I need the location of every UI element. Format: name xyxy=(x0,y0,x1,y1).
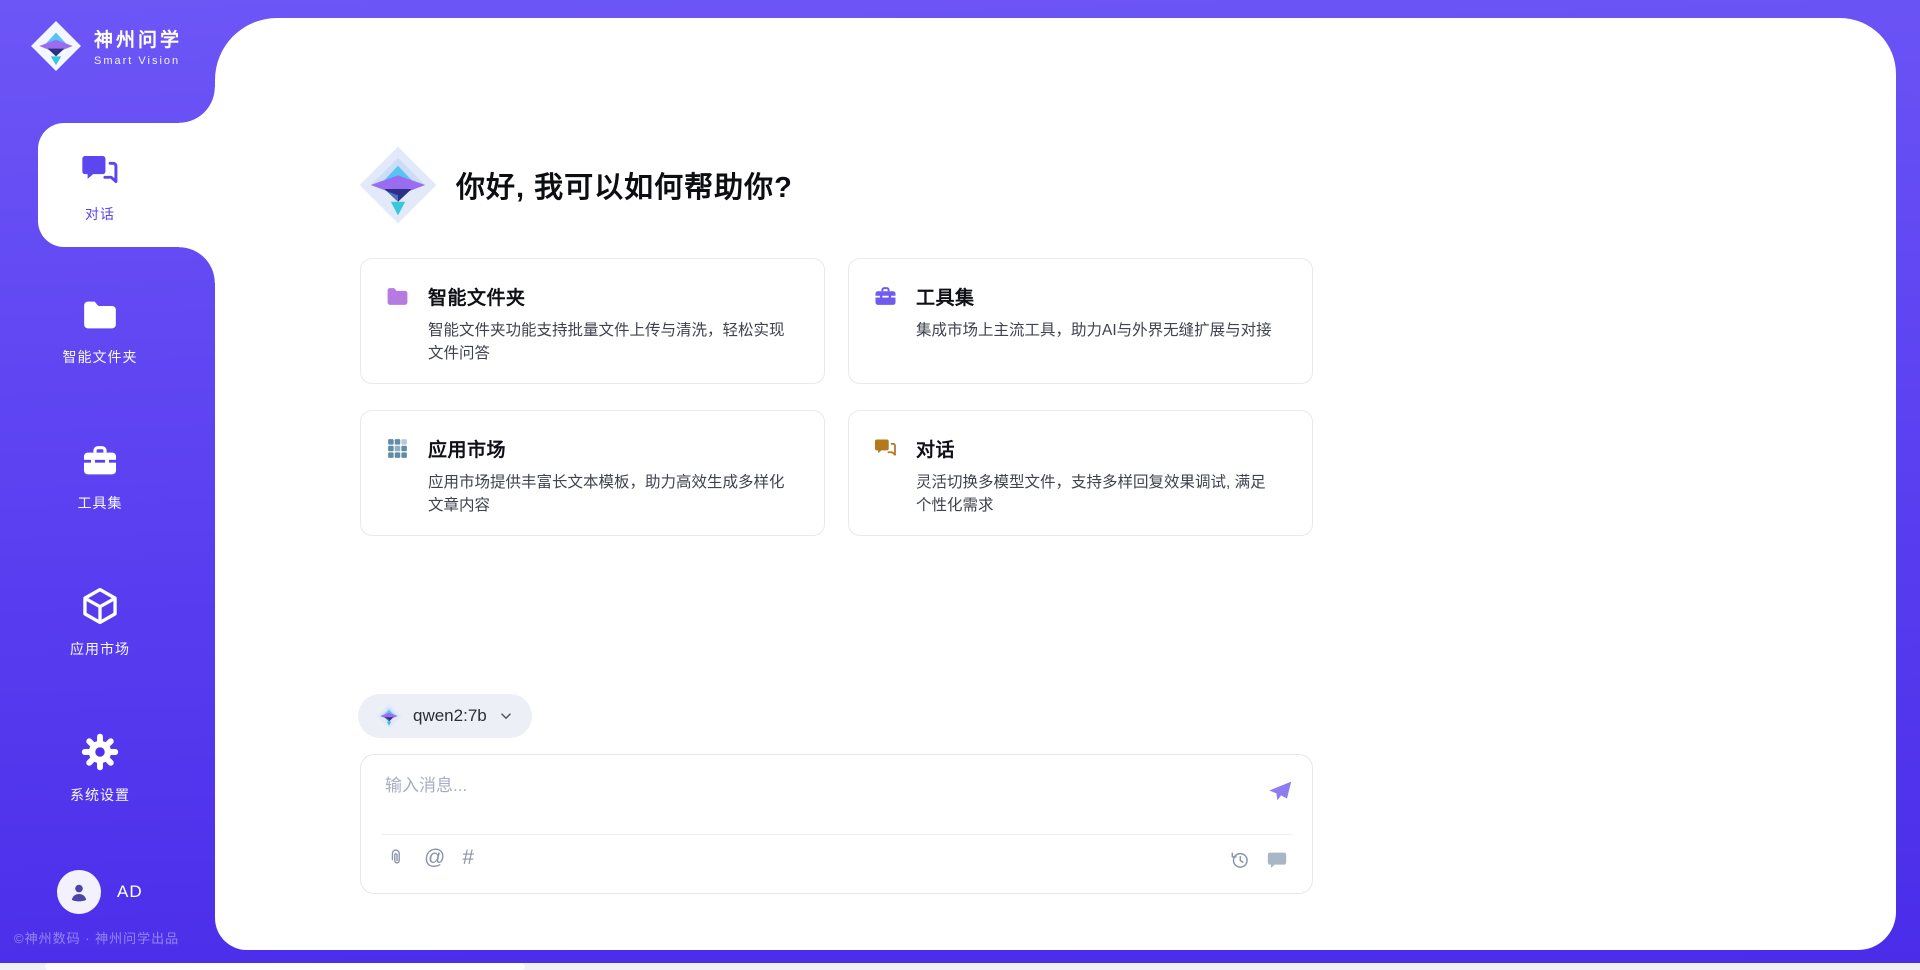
horizontal-scrollbar[interactable] xyxy=(0,963,1920,970)
card-description: 应用市场提供丰富长文本模板，助力高效生成多样化文章内容 xyxy=(428,471,788,518)
message-input[interactable] xyxy=(385,771,1245,825)
brand: 神州问学 Smart Vision xyxy=(30,20,182,72)
topic-button[interactable]: # xyxy=(462,847,474,869)
card-header: 工具集 xyxy=(873,283,1288,310)
card-title: 智能文件夹 xyxy=(428,283,526,310)
sidebar-item-label: 系统设置 xyxy=(0,785,200,805)
gear-icon xyxy=(79,731,121,773)
sidebar-item-label: 应用市场 xyxy=(0,639,200,659)
toolbox-icon xyxy=(873,284,898,309)
sidebar-item-settings[interactable]: 系统设置 xyxy=(0,731,200,805)
feature-cards-grid: 智能文件夹 智能文件夹功能支持批量文件上传与清洗，轻松实现文件问答 工具集 集成… xyxy=(360,258,1313,536)
brand-name: 神州问学 xyxy=(94,25,182,52)
attach-file-button[interactable] xyxy=(385,847,407,869)
model-selector[interactable]: qwen2:7b xyxy=(358,694,532,738)
card-title: 工具集 xyxy=(916,283,975,310)
diamond-logo-icon xyxy=(358,145,438,225)
card-header: 应用市场 xyxy=(385,435,800,462)
sidebar-item-label: 对话 xyxy=(0,204,200,224)
card-description: 灵活切换多模型文件，支持多样回复效果调试, 满足个性化需求 xyxy=(916,471,1276,518)
person-icon xyxy=(66,879,92,905)
at-icon: @ xyxy=(424,847,445,869)
chevron-down-icon xyxy=(498,708,514,724)
copyright-text: ©神州数码 · 神州问学出品 xyxy=(14,928,179,947)
history-button[interactable] xyxy=(1229,849,1251,871)
cube-icon xyxy=(79,585,121,627)
card-title: 应用市场 xyxy=(428,435,506,462)
card-app-market[interactable]: 应用市场 应用市场提供丰富长文本模板，助力高效生成多样化文章内容 xyxy=(360,410,825,536)
sidebar-item-smart-folder[interactable]: 智能文件夹 xyxy=(0,295,200,367)
toolbox-icon xyxy=(80,441,120,481)
composer-divider xyxy=(381,834,1292,835)
brand-diamond-icon xyxy=(30,20,82,72)
card-title: 对话 xyxy=(916,435,955,462)
card-toolset[interactable]: 工具集 集成市场上主流工具，助力AI与外界无缝扩展与对接 xyxy=(848,258,1313,384)
user-initials: AD xyxy=(117,882,143,902)
card-smart-folder[interactable]: 智能文件夹 智能文件夹功能支持批量文件上传与清洗，轻松实现文件问答 xyxy=(360,258,825,384)
send-button[interactable] xyxy=(1266,777,1294,805)
mention-button[interactable]: @ xyxy=(424,847,445,869)
diamond-logo-icon xyxy=(376,703,402,729)
brand-text: 神州问学 Smart Vision xyxy=(94,25,182,67)
new-chat-button[interactable] xyxy=(1266,849,1288,871)
user-chip[interactable]: AD xyxy=(57,870,143,914)
card-chat[interactable]: 对话 灵活切换多模型文件，支持多样回复效果调试, 满足个性化需求 xyxy=(848,410,1313,536)
paperclip-icon xyxy=(385,847,407,869)
brand-subtitle: Smart Vision xyxy=(94,55,182,67)
sidebar-item-app-market[interactable]: 应用市场 xyxy=(0,585,200,659)
message-composer: @ # xyxy=(360,754,1313,894)
sidebar: 神州问学 Smart Vision 对话 智能文件夹 工具集 应用市场 系统设置 xyxy=(0,0,215,970)
scrollbar-thumb[interactable] xyxy=(45,963,525,970)
grid-icon xyxy=(385,436,410,461)
composer-tools-right xyxy=(1229,849,1288,871)
model-name: qwen2:7b xyxy=(413,706,487,726)
card-header: 智能文件夹 xyxy=(385,283,800,310)
greeting-block: 你好, 我可以如何帮助你? xyxy=(358,145,793,225)
folder-icon xyxy=(80,295,120,335)
card-description: 智能文件夹功能支持批量文件上传与清洗，轻松实现文件问答 xyxy=(428,319,788,366)
chat-icon xyxy=(873,436,898,461)
sidebar-item-toolset[interactable]: 工具集 xyxy=(0,441,200,513)
card-description: 集成市场上主流工具，助力AI与外界无缝扩展与对接 xyxy=(916,319,1276,342)
chat-icon xyxy=(79,150,121,192)
history-icon xyxy=(1229,849,1251,871)
folder-icon xyxy=(385,284,410,309)
greeting-title: 你好, 我可以如何帮助你? xyxy=(456,164,793,206)
sidebar-item-label: 工具集 xyxy=(0,493,200,513)
send-icon xyxy=(1266,777,1294,805)
sidebar-item-label: 智能文件夹 xyxy=(0,347,200,367)
chat-bubble-icon xyxy=(1266,849,1288,871)
hash-icon: # xyxy=(462,847,474,869)
card-header: 对话 xyxy=(873,435,1288,462)
composer-tools-left: @ # xyxy=(385,847,474,869)
sidebar-item-chat[interactable]: 对话 xyxy=(0,150,200,224)
avatar xyxy=(57,870,101,914)
